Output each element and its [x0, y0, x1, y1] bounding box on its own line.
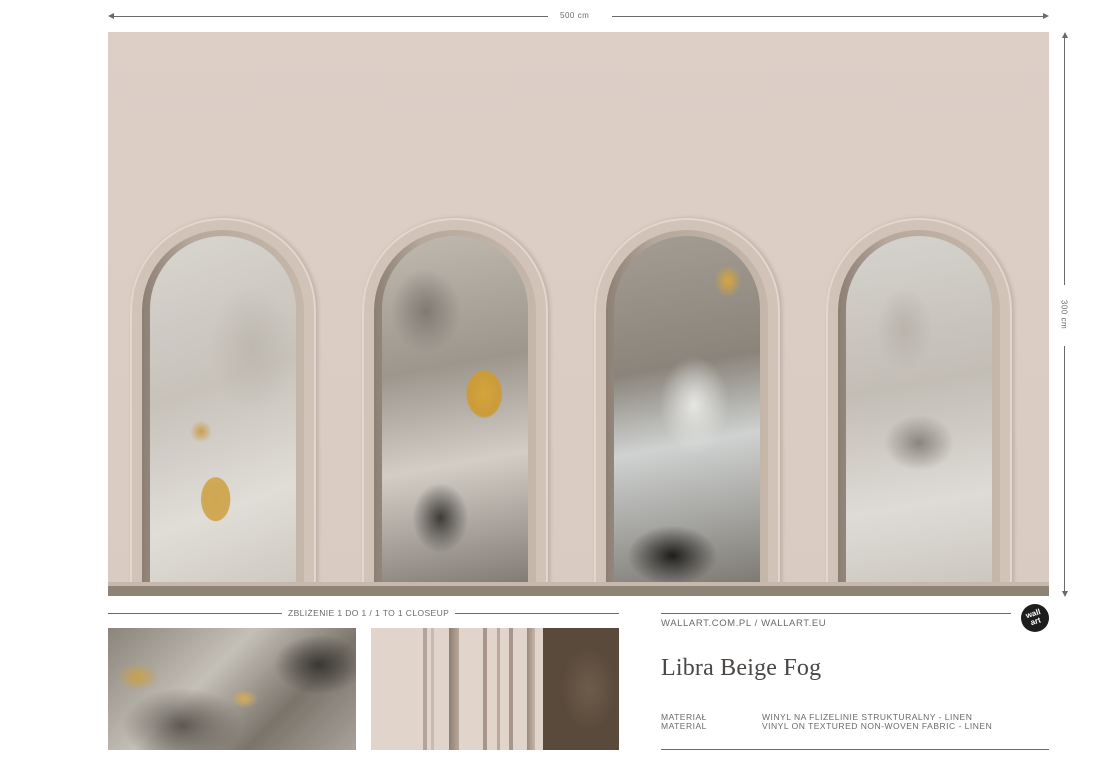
- arrow-up-icon: [1062, 32, 1068, 38]
- arch-2: [362, 218, 548, 596]
- bottom-divider: [661, 749, 1049, 750]
- arch-artwork: [614, 236, 760, 596]
- arch-3: [594, 218, 780, 596]
- arch-artwork: [846, 236, 992, 596]
- dimension-line: [1064, 37, 1065, 285]
- brand-divider: [661, 613, 1011, 614]
- product-title: Libra Beige Fog: [661, 655, 822, 681]
- floor: [108, 586, 1049, 596]
- closeup-label: ZBLIŻENIE 1 DO 1 / 1 TO 1 CLOSEUP: [282, 608, 456, 618]
- spec-label-en: MATERIAL: [661, 721, 707, 731]
- dimension-line: [112, 16, 548, 17]
- arch-artwork: [150, 236, 296, 596]
- dimension-line: [612, 16, 1044, 17]
- arch-1: [130, 218, 316, 596]
- closeup-sample-arch: [371, 628, 619, 750]
- arch-4: [826, 218, 1012, 596]
- height-label: 300 cm: [1059, 294, 1069, 335]
- arrow-right-icon: [1043, 13, 1049, 19]
- arch-artwork: [382, 236, 528, 596]
- spec-value-en: VINYL ON TEXTURED NON-WOVEN FABRIC - LIN…: [762, 721, 993, 731]
- brand-urls: WALLART.COM.PL / WALLART.EU: [661, 618, 827, 629]
- width-label: 500 cm: [560, 11, 590, 20]
- dimension-line: [1064, 346, 1065, 592]
- mural-preview: [108, 32, 1049, 596]
- closeup-sample-artwork: [108, 628, 356, 750]
- arrow-down-icon: [1062, 591, 1068, 597]
- wallart-logo: wall art: [1021, 604, 1049, 632]
